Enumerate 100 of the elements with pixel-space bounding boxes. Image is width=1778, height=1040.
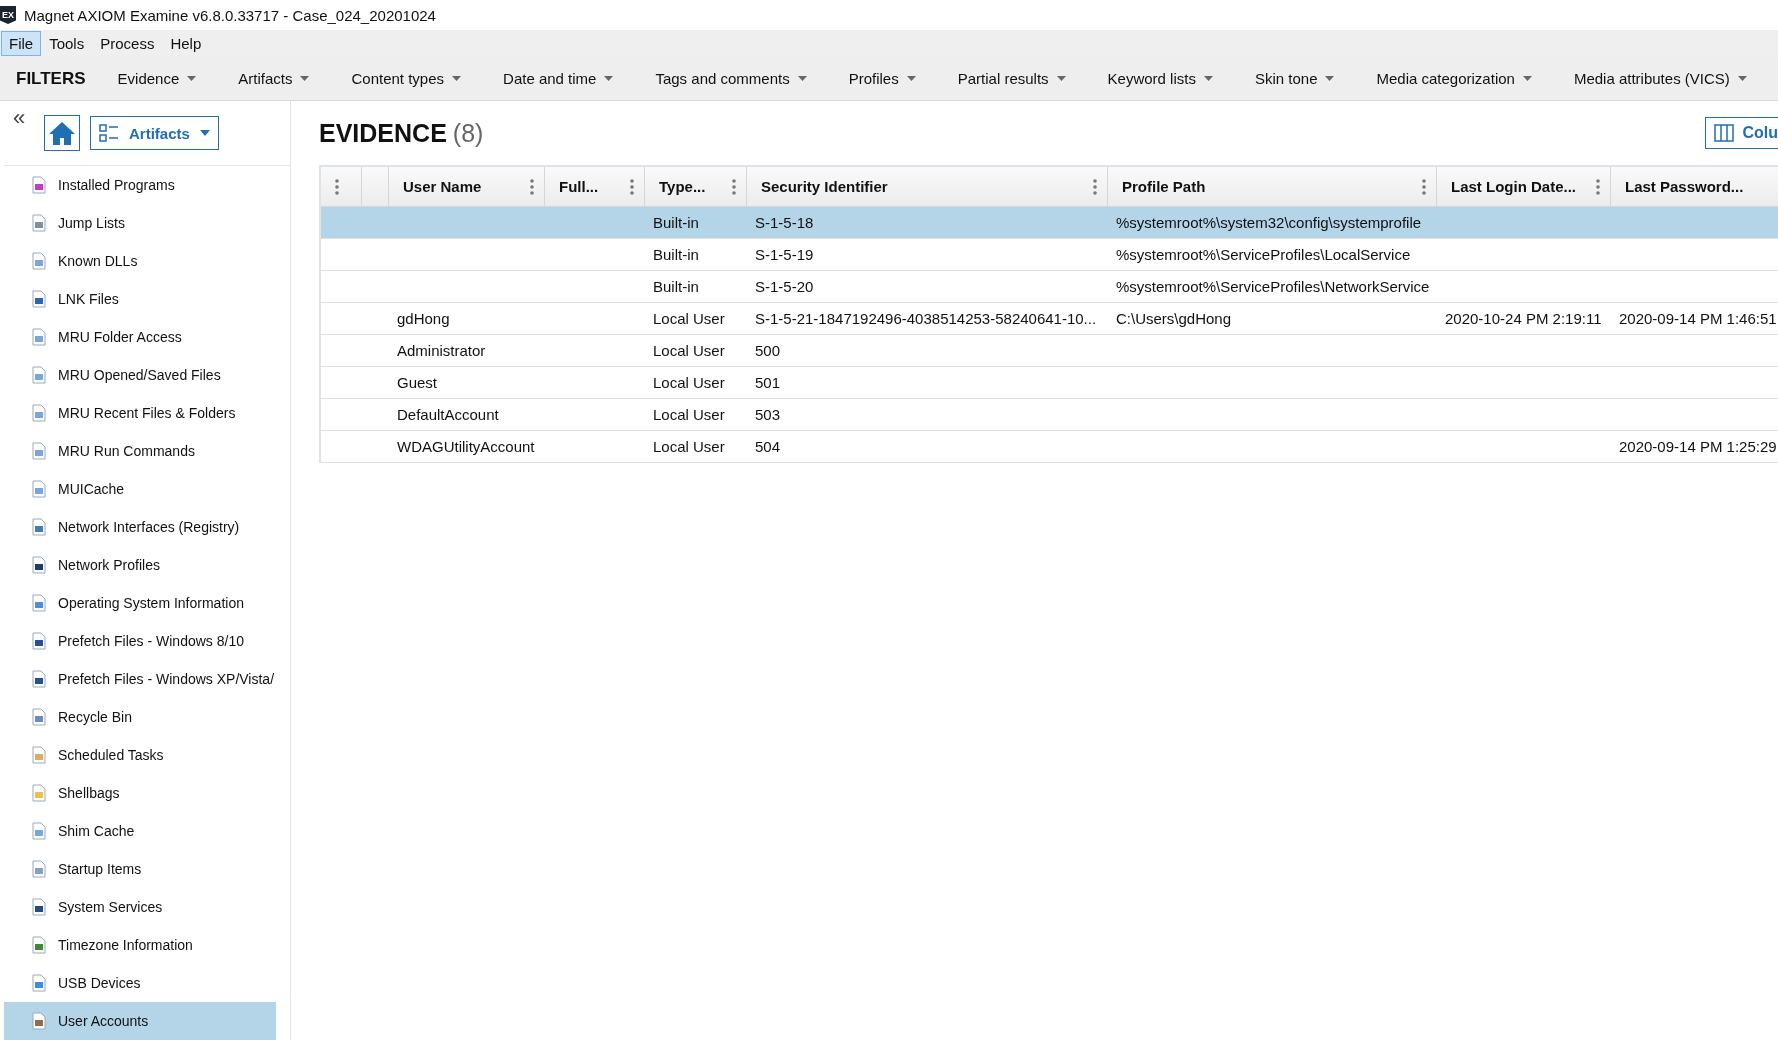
sidebar-item[interactable]: User Accounts: [4, 1002, 276, 1040]
columns-icon: [1714, 124, 1735, 142]
caret-icon: [300, 76, 310, 81]
document-icon: [30, 252, 48, 270]
filter-dropdown[interactable]: Artifacts: [238, 70, 310, 87]
table-cell: Built-in: [653, 246, 699, 263]
sidebar-item[interactable]: MRU Opened/Saved Files: [4, 356, 276, 394]
column-header[interactable]: Full...: [559, 178, 599, 195]
table-row[interactable]: Built-in S-1-5-19 %systemroot%\ServiceProfiles\LocalService: [321, 239, 1778, 271]
more-icon[interactable]: [530, 178, 534, 195]
sidebar-item[interactable]: MUICache: [4, 470, 276, 508]
menu-item[interactable]: Help: [162, 31, 210, 56]
document-icon: [30, 594, 48, 612]
sidebar-item[interactable]: Scheduled Tasks: [4, 736, 276, 774]
sidebar-item[interactable]: Prefetch Files - Windows 8/10: [4, 622, 276, 660]
table-cell: Local User: [653, 438, 725, 455]
filter-dropdown[interactable]: Media attributes (VICS): [1573, 70, 1747, 87]
document-icon: [30, 860, 48, 878]
sidebar-item[interactable]: Network Interfaces (Registry): [4, 508, 276, 546]
table-row[interactable]: gdHong Local User S-1-5-21-1847192496-4038514253-58240641-10... C:\Users\gdHong 2020-10-24 PM 2:19:11 2020-09-14 PM 1:46:51: [321, 303, 1778, 335]
document-icon: [30, 784, 48, 802]
table-cell: Local User: [653, 342, 725, 359]
more-icon: [335, 178, 339, 195]
column-header[interactable]: User Name: [403, 178, 482, 195]
filter-dropdown[interactable]: Tags and comments: [655, 70, 807, 87]
sidebar-item[interactable]: Timezone Information: [4, 926, 276, 964]
filter-dropdown[interactable]: Content types: [351, 70, 462, 87]
columns-button[interactable]: Colu: [1705, 117, 1778, 149]
sidebar-item[interactable]: Recycle Bin: [4, 698, 276, 736]
sidebar-item[interactable]: System Services: [4, 888, 276, 926]
filters-title: FILTERS: [16, 68, 86, 89]
table-row[interactable]: Built-in S-1-5-18 %systemroot%\system32\config\systemprofile: [321, 207, 1778, 239]
filter-dropdown[interactable]: Date and time: [503, 70, 614, 87]
document-icon: [30, 898, 48, 916]
table-cell: Local User: [653, 310, 725, 327]
table-cell: 2020-09-14 PM 1:25:29: [1619, 438, 1777, 455]
caret-icon: [1522, 76, 1532, 81]
evidence-count: (8): [452, 118, 484, 148]
sidebar-item[interactable]: Known DLLs: [4, 242, 276, 280]
document-icon: [30, 518, 48, 536]
filter-dropdown[interactable]: Media categorization: [1376, 70, 1532, 87]
column-header[interactable]: Profile Path: [1122, 178, 1206, 195]
sidebar-item[interactable]: Network Profiles: [4, 546, 276, 584]
sidebar-item[interactable]: Jump Lists: [4, 204, 276, 242]
sidebar-item[interactable]: Shellbags: [4, 774, 276, 812]
more-icon[interactable]: [1596, 178, 1600, 195]
evidence-title: EVIDENCE: [319, 118, 447, 148]
table-cell: S-1-5-20: [755, 278, 814, 295]
sidebar-item[interactable]: Operating System Information: [4, 584, 276, 622]
sidebar-item[interactable]: USB Devices: [4, 964, 276, 1002]
caret-icon: [906, 76, 916, 81]
table-row[interactable]: Administrator Local User 500: [321, 335, 1778, 367]
caret-icon: [797, 76, 807, 81]
home-button[interactable]: [44, 115, 80, 151]
app-logo-icon: EX: [0, 6, 16, 24]
more-icon[interactable]: [630, 178, 634, 195]
filter-dropdown[interactable]: Partial results: [957, 70, 1066, 87]
more-icon[interactable]: [1422, 178, 1426, 195]
sidebar-item[interactable]: Installed Programs: [4, 166, 276, 204]
filter-dropdown[interactable]: Evidence: [117, 70, 197, 87]
sidebar-item[interactable]: MRU Run Commands: [4, 432, 276, 470]
filter-dropdown[interactable]: Keyword lists: [1107, 70, 1213, 87]
document-icon: [30, 328, 48, 346]
table-cell: %systemroot%\ServiceProfiles\LocalService: [1116, 246, 1411, 263]
table-row[interactable]: Guest Local User 501: [321, 367, 1778, 399]
artifacts-view-dropdown[interactable]: Artifacts: [90, 116, 219, 150]
menu-item[interactable]: Process: [92, 31, 163, 56]
document-icon: [30, 176, 48, 194]
table-cell: 503: [755, 406, 781, 423]
filter-dropdown[interactable]: Profiles: [848, 70, 916, 87]
caret-icon: [1737, 76, 1747, 81]
menu-item[interactable]: File: [1, 31, 42, 56]
column-header[interactable]: Type...: [659, 178, 706, 195]
sidebar-item[interactable]: Prefetch Files - Windows XP/Vista/: [4, 660, 276, 698]
filter-dropdown[interactable]: Skin tone: [1254, 70, 1335, 87]
table-cell: Local User: [653, 374, 725, 391]
table-cell: 501: [755, 374, 781, 391]
column-header[interactable]: Last Login Date...: [1451, 178, 1576, 195]
table-cell: WDAGUtilityAccount: [397, 438, 535, 455]
table-row[interactable]: DefaultAccount Local User 503: [321, 399, 1778, 431]
document-icon: [30, 480, 48, 498]
collapse-button[interactable]: «: [13, 107, 26, 129]
document-icon: [30, 1012, 48, 1030]
sidebar-item[interactable]: Shim Cache: [4, 812, 276, 850]
sidebar-item[interactable]: LNK Files: [4, 280, 276, 318]
home-icon: [48, 120, 76, 146]
sidebar-item[interactable]: MRU Recent Files & Folders: [4, 394, 276, 432]
more-icon[interactable]: [1093, 178, 1097, 195]
column-header[interactable]: Last Password...: [1625, 178, 1744, 195]
table-cell: Administrator: [397, 342, 486, 359]
more-icon[interactable]: [732, 178, 736, 195]
table-row[interactable]: Built-in S-1-5-20 %systemroot%\ServiceProfiles\NetworkService: [321, 271, 1778, 303]
table-cell: 2020-09-14 PM 1:46:51: [1619, 310, 1777, 327]
column-header[interactable]: Security Identifier: [761, 178, 888, 195]
sidebar-item[interactable]: Startup Items: [4, 850, 276, 888]
table-row[interactable]: WDAGUtilityAccount Local User 504 2020-09-14 PM 1:25:29: [321, 431, 1778, 463]
sidebar-item[interactable]: MRU Folder Access: [4, 318, 276, 356]
table-cell: Local User: [653, 406, 725, 423]
caret-icon: [199, 130, 210, 136]
menu-item[interactable]: Tools: [41, 31, 93, 56]
